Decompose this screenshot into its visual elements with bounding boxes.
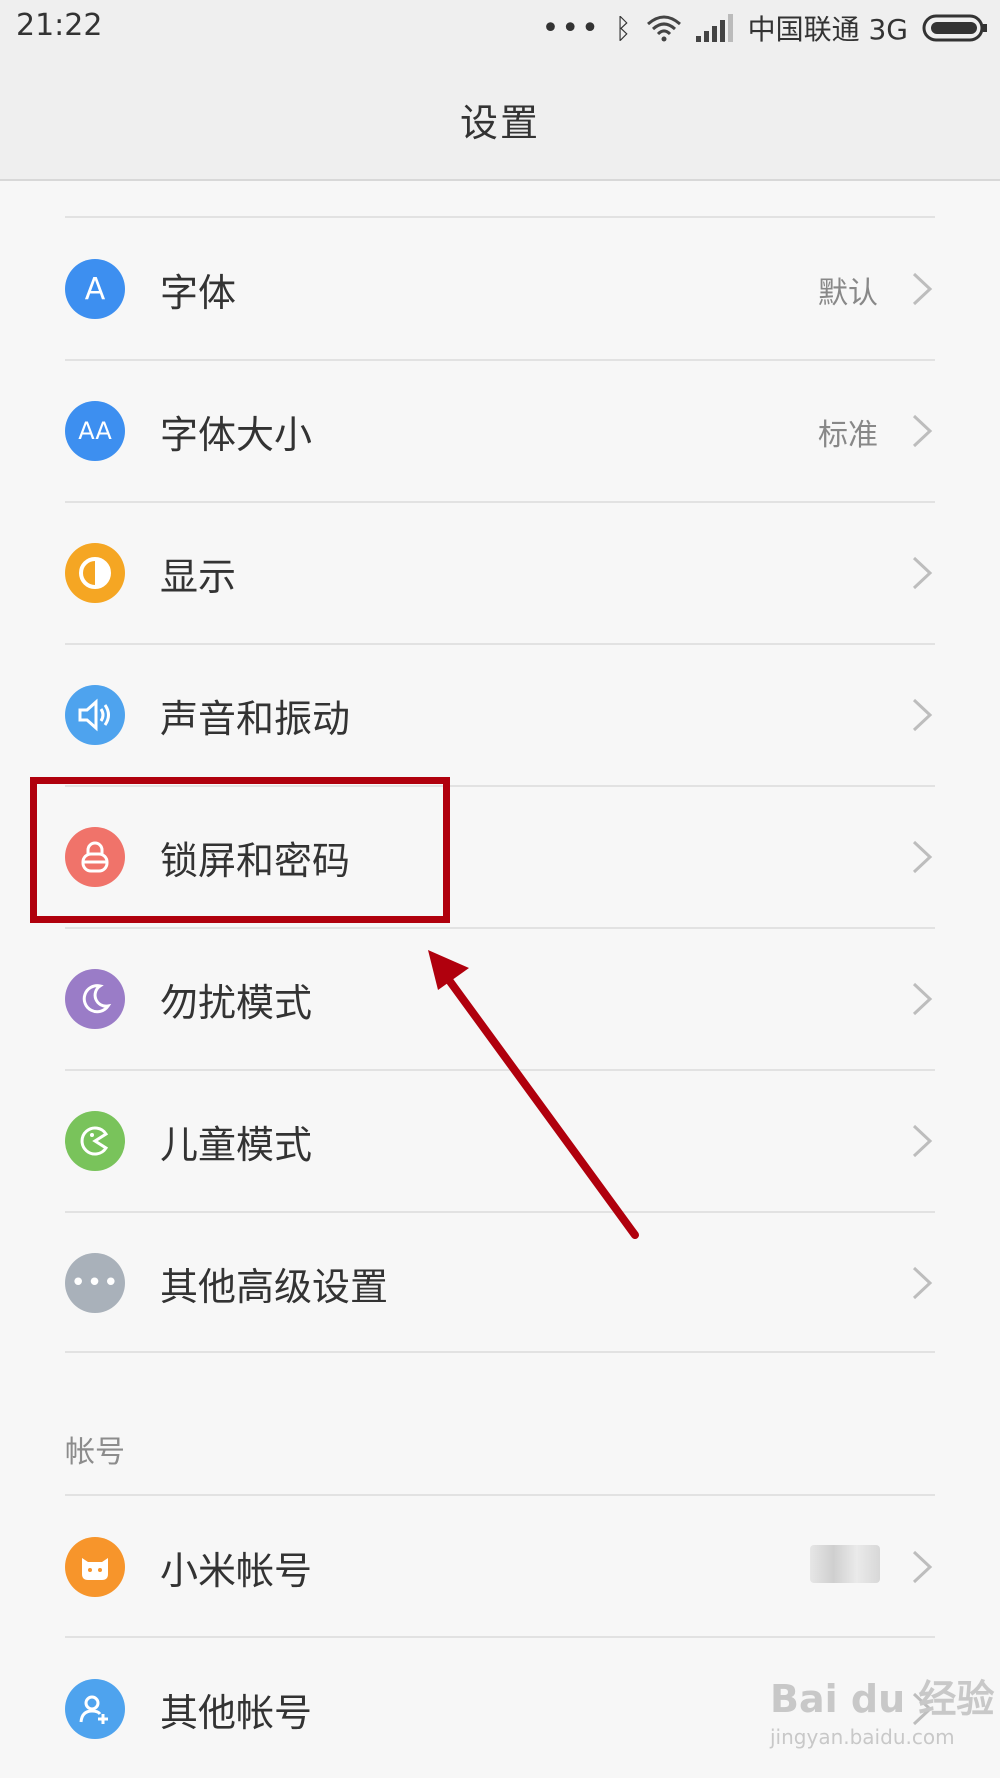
watermark-brand: Bai du 经验 — [770, 1677, 995, 1721]
watermark-url: jingyan.baidu.com — [770, 1725, 955, 1749]
annotation-arrow — [428, 950, 639, 1239]
baidu-watermark: Bai du 经验 jingyan.baidu.com — [770, 1668, 995, 1764]
